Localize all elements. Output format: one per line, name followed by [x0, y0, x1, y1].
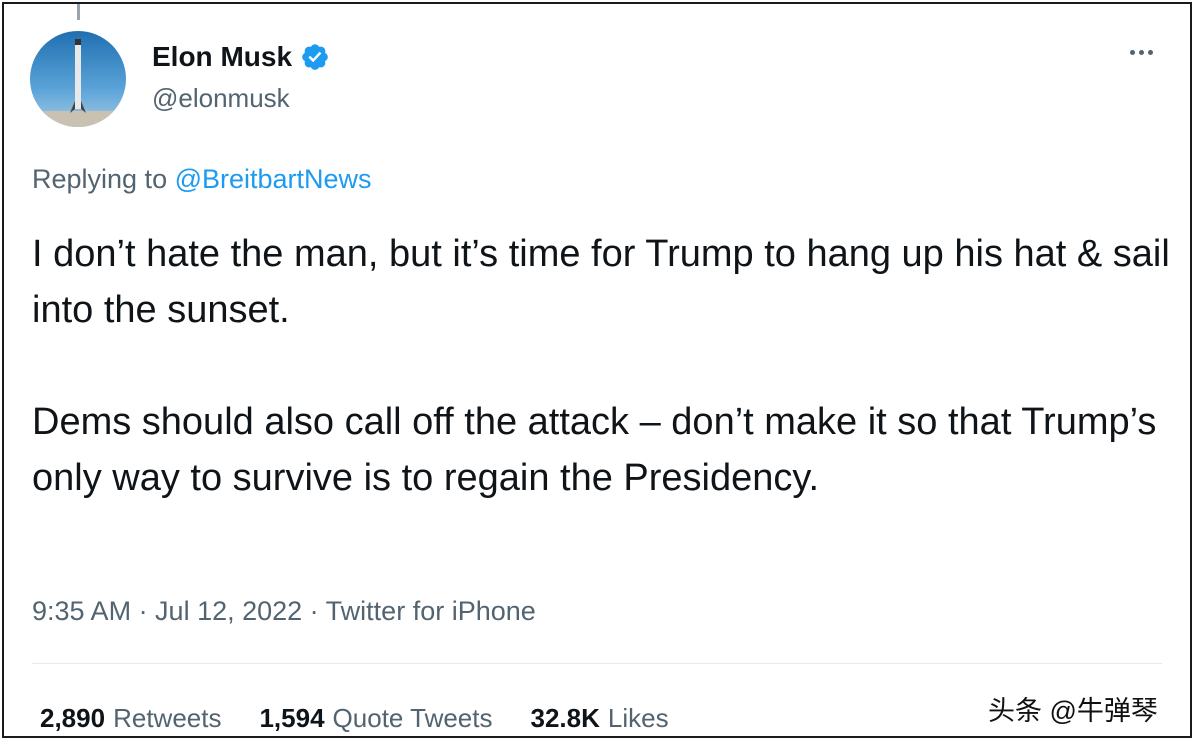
top-edge-mark	[77, 4, 80, 20]
retweets-stat[interactable]: 2,890 Retweets	[40, 701, 221, 735]
tweet-timestamp[interactable]: 9:35 AM · Jul 12, 2022 · Twitter for iPh…	[32, 594, 536, 628]
retweets-count: 2,890	[40, 703, 106, 733]
more-dot	[1130, 50, 1135, 55]
engagement-stats: 2,890 Retweets 1,594 Quote Tweets 32.8K Lik…	[40, 701, 669, 735]
reply-prefix: Replying to	[32, 164, 175, 194]
quote-tweets-stat[interactable]: 1,594 Quote Tweets	[259, 701, 492, 735]
likes-stat[interactable]: 32.8K Likes	[531, 701, 669, 735]
avatar[interactable]	[30, 31, 126, 127]
likes-count: 32.8K	[530, 703, 600, 733]
author-handle[interactable]: @elonmusk	[152, 82, 290, 114]
author-name-row: Elon Musk	[152, 40, 330, 74]
tweet-card: Elon Musk @elonmusk Replying to @Breitba…	[2, 2, 1192, 738]
author-name[interactable]: Elon Musk	[152, 40, 292, 74]
more-dot	[1139, 50, 1144, 55]
reply-target-link[interactable]: @BreitbartNews	[175, 164, 372, 194]
watermark: 头条 @牛弹琴	[988, 696, 1158, 726]
tweet-paragraph: I don’t hate the man, but it’s time for …	[32, 233, 1170, 331]
tweet-paragraph: Dems should also call off the attack – d…	[32, 401, 1157, 499]
quote-tweets-label: Quote Tweets	[332, 703, 493, 733]
more-options-icon[interactable]	[1128, 44, 1155, 61]
retweets-label: Retweets	[113, 703, 222, 733]
likes-label: Likes	[607, 703, 669, 733]
divider	[32, 663, 1162, 664]
tweet-text: I don’t hate the man, but it’s time for …	[32, 226, 1182, 506]
more-dot	[1148, 50, 1153, 55]
quote-tweets-count: 1,594	[259, 703, 325, 733]
reply-context: Replying to @BreitbartNews	[32, 162, 372, 196]
verified-badge-icon	[302, 44, 328, 70]
